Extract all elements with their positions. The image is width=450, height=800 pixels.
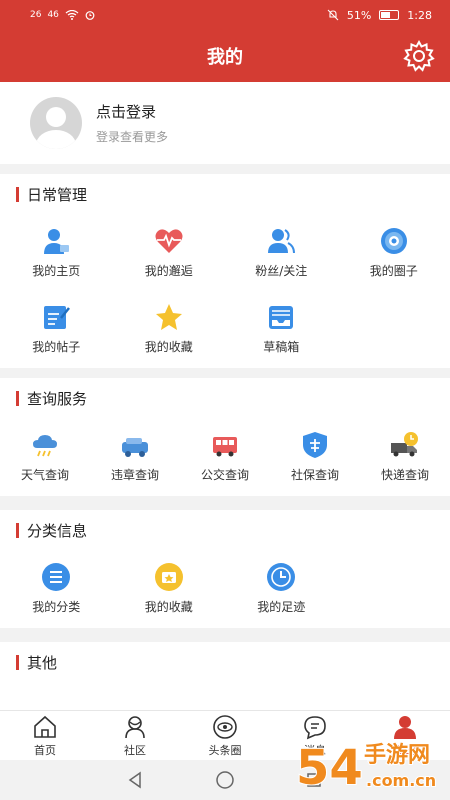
item-label: 我的足迹 — [257, 599, 306, 614]
daily-item-circle[interactable]: 我的圈子 — [338, 214, 450, 290]
item-label: 我的邂逅 — [144, 263, 193, 278]
settings-gear-icon[interactable] — [402, 39, 436, 73]
delivery-truck-icon — [391, 431, 418, 456]
bus-icon — [213, 436, 237, 456]
community-icon — [125, 715, 145, 738]
section-daily: 日常管理 我的主页 我的邂逅 粉丝/关注 我的圈子 我的帖子 我的收藏 草稿箱 — [0, 174, 450, 368]
person-home-icon — [44, 228, 70, 254]
heartbeat-icon — [155, 228, 183, 253]
wifi-icon — [65, 10, 79, 20]
status-bar: 26 46 51% 1:28 — [0, 0, 450, 30]
nav-label: 头条圈 — [208, 743, 242, 757]
item-label: 我的收藏 — [144, 599, 193, 614]
query-item-bus[interactable]: 公交查询 — [180, 418, 270, 494]
query-item-weather[interactable]: 天气查询 — [0, 418, 90, 494]
item-label: 社保查询 — [290, 467, 339, 482]
query-item-social-security[interactable]: 社保查询 — [270, 418, 360, 494]
query-grid: 天气查询 违章查询 公交查询 社保查询 快递查询 — [0, 418, 450, 494]
list-category-icon — [42, 562, 71, 591]
mute-bell-icon — [327, 9, 339, 21]
battery-icon — [379, 10, 400, 20]
watermark-number: 54 — [296, 740, 363, 796]
section-title-query: 查询服务 — [0, 378, 450, 418]
daily-item-fans[interactable]: 粉丝/关注 — [225, 214, 338, 290]
favorite-box-icon — [154, 562, 183, 591]
post-edit-icon — [44, 305, 71, 329]
watermark-domain: .com.cn — [366, 771, 436, 790]
section-other: 其他 — [0, 642, 450, 710]
item-label: 粉丝/关注 — [255, 263, 308, 278]
watermark-graphic: 54 手游网 .com.cn — [295, 739, 437, 797]
status-right: 51% 1:28 — [327, 9, 432, 22]
star-icon — [155, 303, 182, 330]
query-item-violation[interactable]: 违章查询 — [90, 418, 180, 494]
daily-item-home[interactable]: 我的主页 — [0, 214, 113, 290]
login-card[interactable]: 点击登录 登录查看更多 — [0, 82, 450, 164]
login-texts: 点击登录 登录查看更多 — [96, 101, 168, 145]
back-triangle-icon[interactable] — [127, 771, 145, 789]
daily-item-favorites[interactable]: 我的收藏 — [113, 290, 226, 366]
login-prompt[interactable]: 点击登录 — [96, 101, 168, 122]
category-item-footprint[interactable]: 我的足迹 — [225, 550, 338, 626]
headline-circle-icon — [213, 714, 237, 739]
daily-item-drafts[interactable]: 草稿箱 — [225, 290, 338, 366]
category-item-classify[interactable]: 我的分类 — [0, 550, 113, 626]
item-label: 公交查询 — [200, 467, 249, 482]
home-icon — [34, 715, 56, 738]
item-label: 草稿箱 — [263, 339, 300, 354]
watermark-site: 手游网 — [364, 742, 430, 768]
daily-item-encounter[interactable]: 我的邂逅 — [113, 214, 226, 290]
clock-footprint-icon — [267, 562, 296, 591]
watermark-logo: 54 手游网 .com.cn — [294, 732, 444, 797]
fans-icon — [268, 228, 296, 253]
section-title-other: 其他 — [0, 642, 450, 682]
page-title: 我的 — [207, 47, 243, 68]
login-subtitle: 登录查看更多 — [96, 130, 169, 144]
social-security-icon — [303, 431, 327, 458]
battery-percent: 51% — [346, 8, 372, 22]
item-label: 我的分类 — [32, 599, 81, 614]
avatar[interactable] — [30, 97, 82, 149]
category-item-favorites[interactable]: 我的收藏 — [113, 550, 226, 626]
status-left: 26 46 — [30, 10, 95, 20]
item-label: 我的帖子 — [32, 339, 81, 354]
signal-strength-1: 26 — [30, 10, 42, 20]
item-label: 我的圈子 — [369, 263, 418, 278]
section-query: 查询服务 天气查询 违章查询 公交查询 社保查询 快递查询 — [0, 378, 450, 496]
item-label: 违章查询 — [110, 467, 159, 482]
section-title-daily: 日常管理 — [0, 174, 450, 214]
category-grid: 我的分类 我的收藏 我的足迹 — [0, 550, 450, 626]
nav-label: 社区 — [124, 743, 146, 757]
circle-target-icon — [380, 227, 407, 254]
item-label: 快递查询 — [380, 467, 429, 482]
section-category: 分类信息 我的分类 我的收藏 我的足迹 — [0, 510, 450, 628]
home-circle-icon[interactable] — [215, 770, 235, 790]
daily-grid: 我的主页 我的邂逅 粉丝/关注 我的圈子 我的帖子 我的收藏 草稿箱 — [0, 214, 450, 366]
nav-headlines[interactable]: 头条圈 — [180, 711, 270, 760]
daily-item-posts[interactable]: 我的帖子 — [0, 290, 113, 366]
clock-time: 1:28 — [407, 8, 432, 22]
item-label: 天气查询 — [20, 467, 69, 482]
section-title-category: 分类信息 — [0, 510, 450, 550]
weather-icon — [33, 434, 57, 456]
item-label: 我的收藏 — [144, 339, 193, 354]
query-item-delivery[interactable]: 快递查询 — [360, 418, 450, 494]
signal-strength-2: 46 — [47, 10, 59, 20]
app-header: 我的 — [0, 30, 450, 82]
item-label: 我的主页 — [32, 263, 81, 278]
nav-community[interactable]: 社区 — [90, 711, 180, 760]
drafts-tray-icon — [269, 305, 294, 329]
nav-home[interactable]: 首页 — [0, 711, 90, 760]
alarm-icon — [85, 11, 95, 20]
car-violation-icon — [122, 437, 148, 457]
nav-label: 首页 — [34, 743, 56, 757]
